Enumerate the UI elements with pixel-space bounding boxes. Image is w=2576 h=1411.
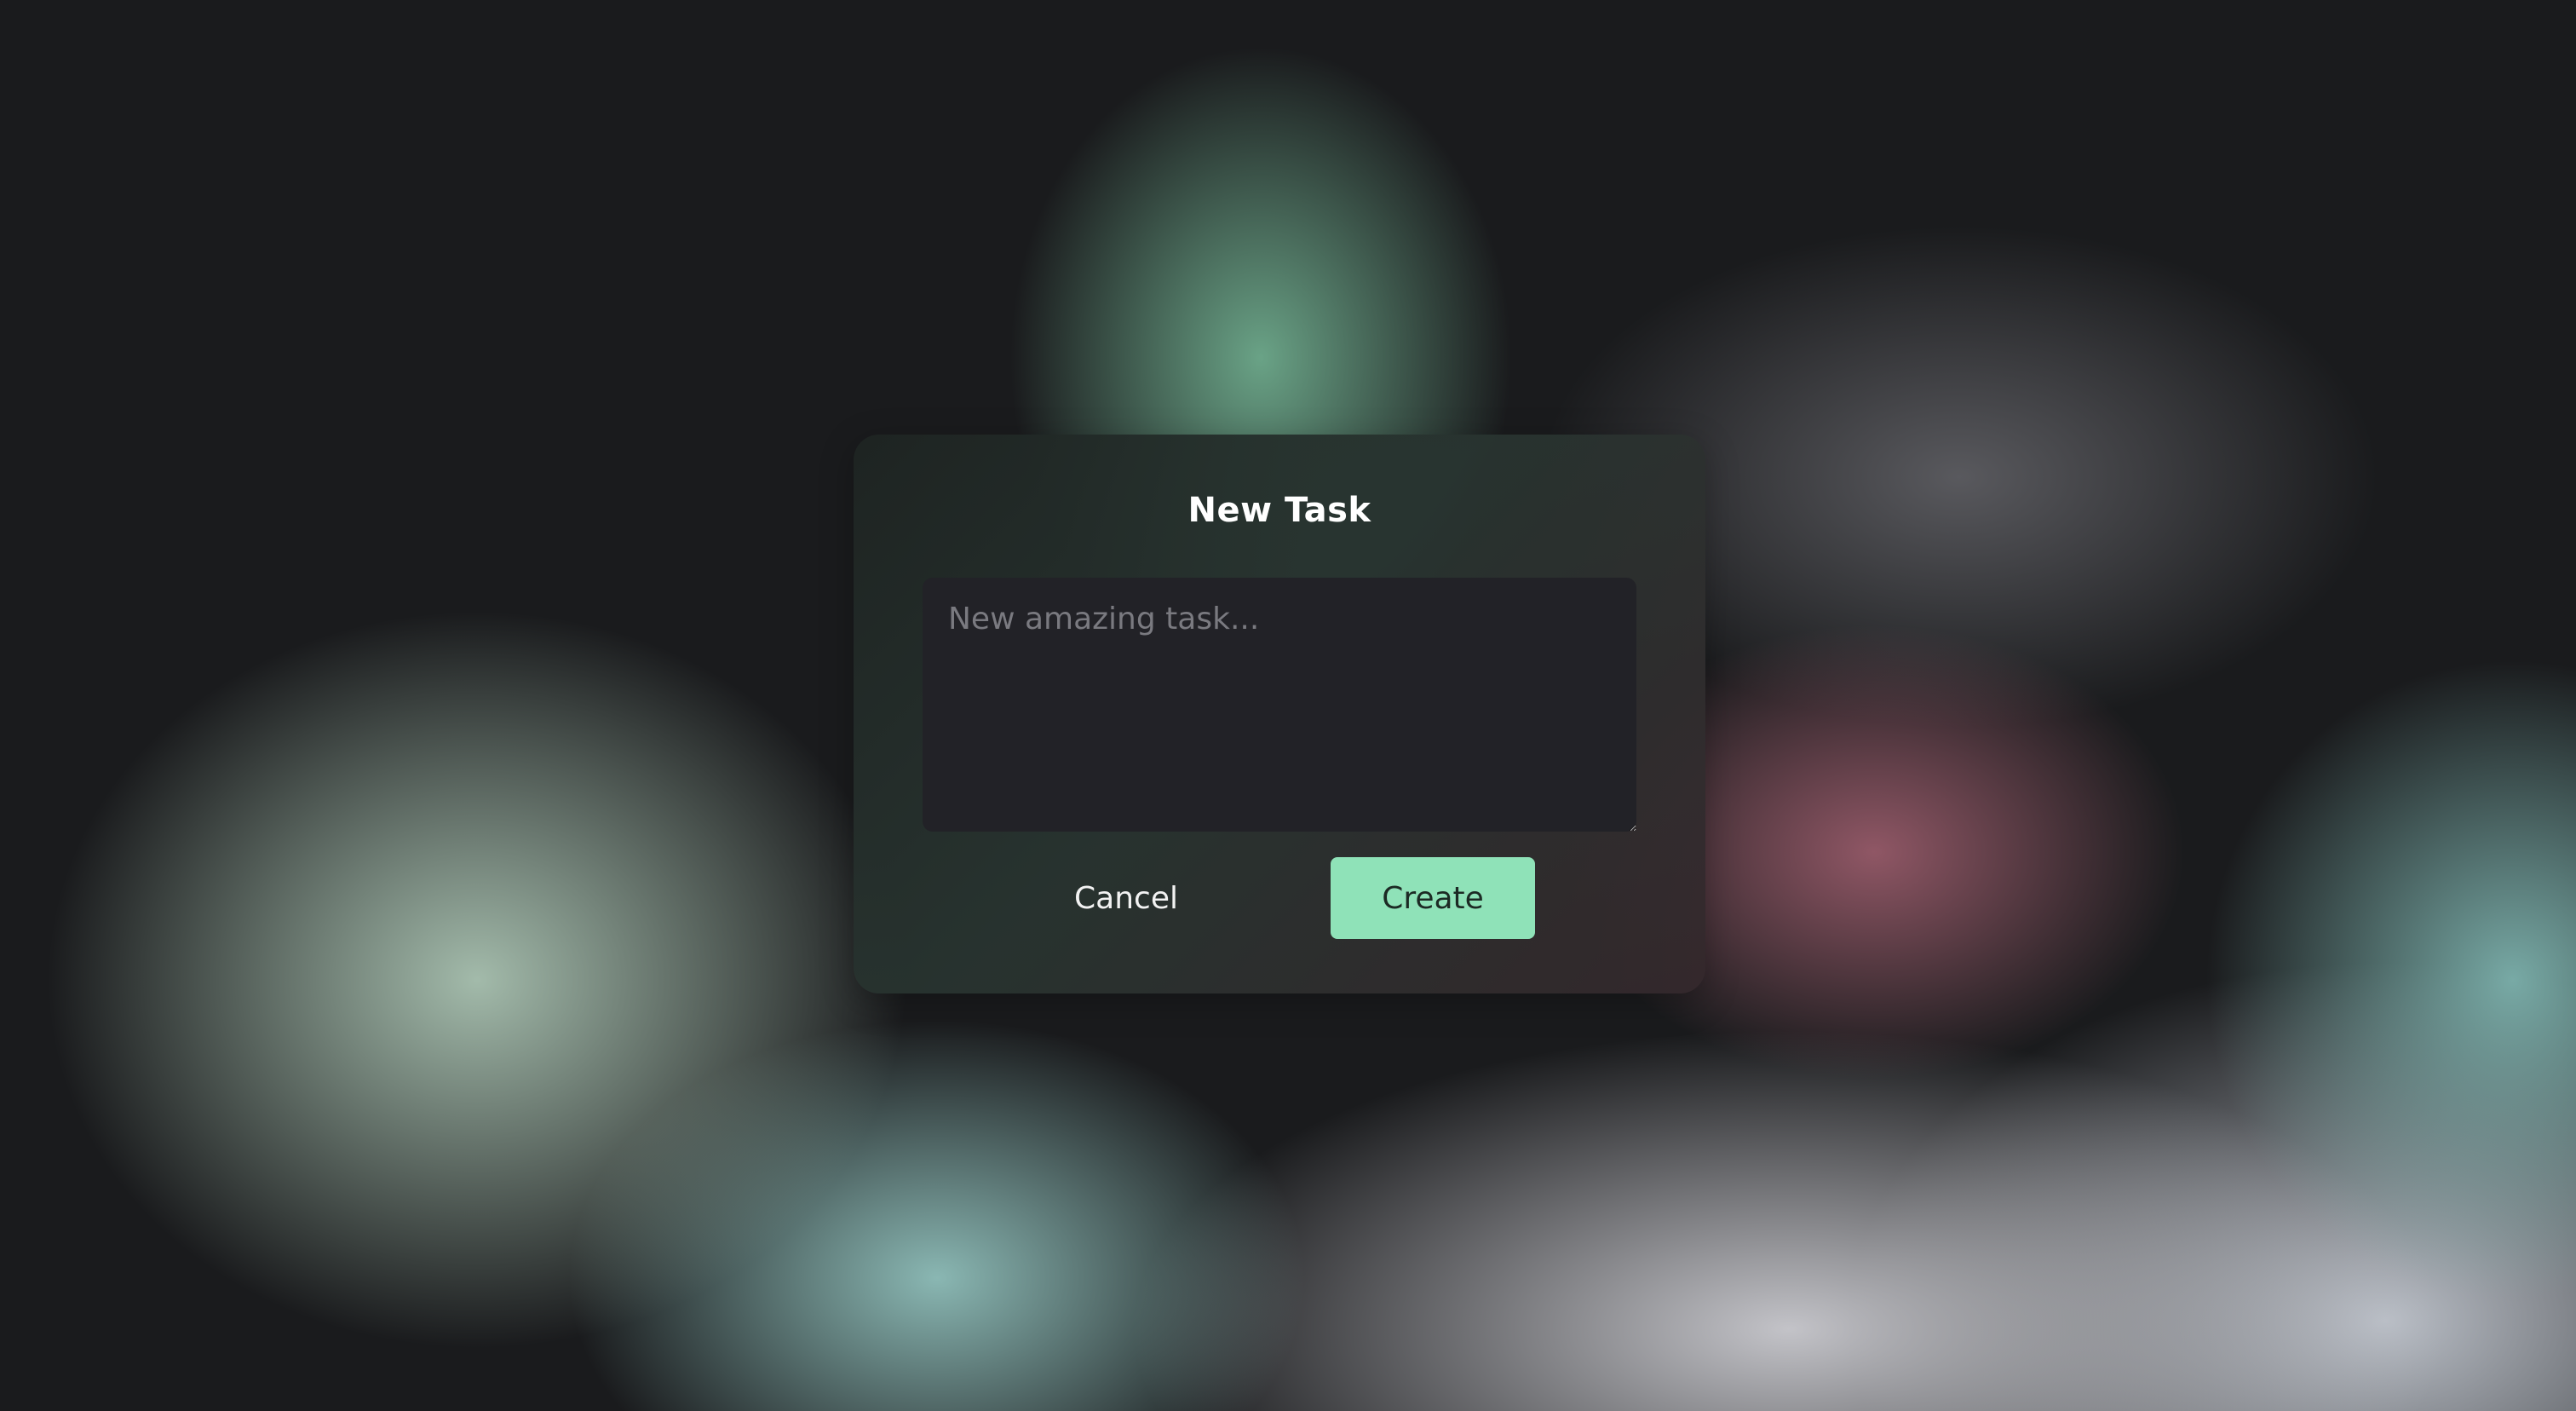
new-task-dialog: New Task Cancel Create (854, 435, 1705, 993)
create-button[interactable]: Create (1331, 857, 1535, 939)
task-input[interactable] (923, 578, 1636, 832)
dialog-title: New Task (1187, 491, 1371, 530)
cancel-button[interactable]: Cancel (1015, 857, 1237, 939)
